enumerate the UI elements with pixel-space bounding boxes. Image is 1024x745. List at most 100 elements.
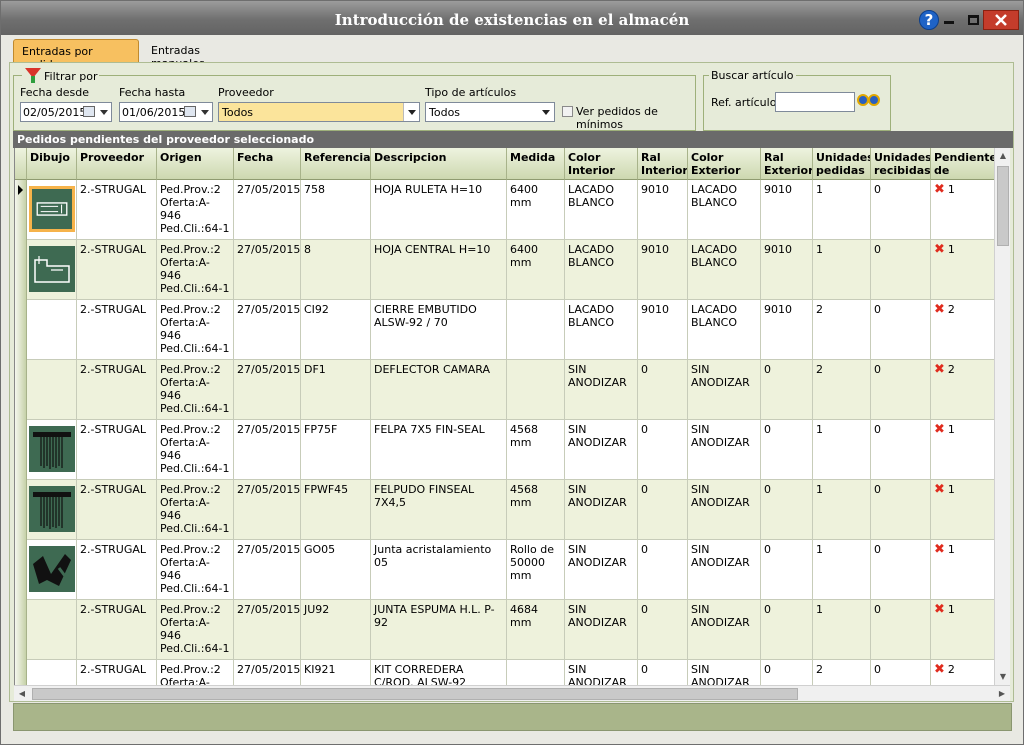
cell-descripcion[interactable]: HOJA CENTRAL H=10 (371, 240, 507, 300)
cell-referencia[interactable]: JU92 (301, 600, 371, 660)
col-header-origen[interactable]: Origen (157, 148, 234, 180)
cell-color-interior[interactable]: LACADO BLANCO (565, 180, 638, 240)
cell-ral-exterior[interactable]: 0 (761, 660, 813, 685)
chevron-down-icon[interactable] (100, 110, 108, 115)
cell-color-interior[interactable]: LACADO BLANCO (565, 300, 638, 360)
cell-recibidas[interactable]: 0 (871, 660, 931, 685)
scroll-left-icon[interactable]: ◀ (14, 686, 30, 702)
cell-fecha[interactable]: 27/05/2015 (234, 300, 301, 360)
fecha-hasta-input[interactable]: 01/06/2015 (119, 102, 213, 122)
cell-color-exterior[interactable]: SIN ANODIZAR (688, 420, 761, 480)
proveedor-select[interactable]: Todos (218, 102, 420, 122)
row-selector[interactable] (15, 480, 27, 540)
cell-pendientes[interactable]: ✖ 2 (931, 300, 994, 360)
cell-proveedor[interactable]: 2.-STRUGAL (77, 180, 157, 240)
col-header-ral-interior[interactable]: Ral Interior (638, 148, 688, 180)
col-header-dibujo[interactable]: Dibujo (27, 148, 77, 180)
cell-descripcion[interactable]: Junta acristalamiento 05 (371, 540, 507, 600)
cell-referencia[interactable]: GO05 (301, 540, 371, 600)
cell-recibidas[interactable]: 0 (871, 420, 931, 480)
help-button[interactable]: ? (919, 10, 939, 30)
cell-color-interior[interactable]: SIN ANODIZAR (565, 480, 638, 540)
row-selector[interactable] (15, 360, 27, 420)
cell-ral-exterior[interactable]: 0 (761, 420, 813, 480)
cell-descripcion[interactable]: CIERRE EMBUTIDO ALSW-92 / 70 (371, 300, 507, 360)
tipo-select[interactable]: Todos (425, 102, 555, 122)
col-header-medida[interactable]: Medida (507, 148, 565, 180)
cell-pedidas[interactable]: 1 (813, 420, 871, 480)
cell-fecha[interactable]: 27/05/2015 (234, 480, 301, 540)
cell-color-interior[interactable]: SIN ANODIZAR (565, 600, 638, 660)
tab-entradas-manuales[interactable]: Entradas manuales (143, 39, 253, 70)
cell-color-exterior[interactable]: LACADO BLANCO (688, 240, 761, 300)
calendar-icon[interactable] (184, 106, 196, 117)
cell-color-exterior[interactable]: SIN ANODIZAR (688, 480, 761, 540)
col-header-color-exterior[interactable]: Color Exterior (688, 148, 761, 180)
cell-ral-exterior[interactable]: 9010 (761, 180, 813, 240)
cell-fecha[interactable]: 27/05/2015 (234, 360, 301, 420)
cell-proveedor[interactable]: 2.-STRUGAL (77, 540, 157, 600)
table-row[interactable]: 2.-STRUGAL Ped.Prov.:2 Oferta:A-946 Ped.C… (15, 480, 994, 540)
cell-proveedor[interactable]: 2.-STRUGAL (77, 300, 157, 360)
cell-pendientes[interactable]: ✖ 1 (931, 600, 994, 660)
cell-referencia[interactable]: 8 (301, 240, 371, 300)
calendar-icon[interactable] (83, 106, 95, 117)
cell-proveedor[interactable]: 2.-STRUGAL (77, 600, 157, 660)
cell-fecha[interactable]: 27/05/2015 (234, 540, 301, 600)
cell-proveedor[interactable]: 2.-STRUGAL (77, 240, 157, 300)
row-selector[interactable] (15, 540, 27, 600)
cell-referencia[interactable]: 758 (301, 180, 371, 240)
cell-color-exterior[interactable]: LACADO BLANCO (688, 300, 761, 360)
cell-pendientes[interactable]: ✖ 1 (931, 420, 994, 480)
cell-color-interior[interactable]: LACADO BLANCO (565, 240, 638, 300)
cell-pendientes[interactable]: ✖ 1 (931, 540, 994, 600)
cell-medida[interactable]: 4568 mm (507, 480, 565, 540)
cell-medida[interactable] (507, 300, 565, 360)
scroll-up-icon[interactable]: ▲ (995, 148, 1011, 164)
cell-dibujo[interactable] (27, 360, 77, 420)
cell-ral-interior[interactable]: 9010 (638, 300, 688, 360)
cell-fecha[interactable]: 27/05/2015 (234, 420, 301, 480)
cell-dibujo[interactable] (27, 540, 77, 600)
cell-origen[interactable]: Ped.Prov.:2 Oferta:A-946 Ped.Cli.:64-1 (157, 360, 234, 420)
tab-entradas-por-pedidos[interactable]: Entradas por pedidos (13, 39, 139, 71)
cell-ral-interior[interactable]: 9010 (638, 180, 688, 240)
cell-ral-exterior[interactable]: 9010 (761, 300, 813, 360)
cell-dibujo[interactable] (27, 300, 77, 360)
cell-pedidas[interactable]: 2 (813, 660, 871, 685)
scroll-right-icon[interactable]: ▶ (994, 686, 1010, 702)
cell-dibujo[interactable] (27, 660, 77, 685)
cell-origen[interactable]: Ped.Prov.:2 Oferta:A-946 Ped.Cli.:64-1 (157, 240, 234, 300)
cell-medida[interactable]: 6400 mm (507, 180, 565, 240)
col-header-descripcion[interactable]: Descripcion (371, 148, 507, 180)
cell-ral-interior[interactable]: 0 (638, 540, 688, 600)
col-header-referencia[interactable]: Referencia (301, 148, 371, 180)
chevron-down-icon[interactable] (403, 103, 419, 121)
cell-origen[interactable]: Ped.Prov.:2 Oferta:A-946 Ped.Cli.:64-1 (157, 300, 234, 360)
col-header-color-interior[interactable]: Color Interior (565, 148, 638, 180)
ref-articulo-input[interactable] (775, 92, 855, 112)
table-row[interactable]: 2.-STRUGAL Ped.Prov.:2 Oferta:A-946 Ped.C… (15, 420, 994, 480)
cell-color-exterior[interactable]: SIN ANODIZAR (688, 540, 761, 600)
cell-pedidas[interactable]: 1 (813, 600, 871, 660)
cell-pedidas[interactable]: 1 (813, 180, 871, 240)
row-selector[interactable] (15, 660, 27, 685)
cell-recibidas[interactable]: 0 (871, 540, 931, 600)
cell-proveedor[interactable]: 2.-STRUGAL (77, 660, 157, 685)
cell-pedidas[interactable]: 2 (813, 300, 871, 360)
cell-ral-interior[interactable]: 0 (638, 420, 688, 480)
fecha-desde-input[interactable]: 02/05/2015 (20, 102, 112, 122)
cell-origen[interactable]: Ped.Prov.:2 Oferta:A-946 Ped.Cli.:64-1 (157, 480, 234, 540)
cell-proveedor[interactable]: 2.-STRUGAL (77, 360, 157, 420)
row-selector[interactable] (15, 180, 27, 240)
cell-descripcion[interactable]: JUNTA ESPUMA H.L. P-92 (371, 600, 507, 660)
cell-referencia[interactable]: FP75F (301, 420, 371, 480)
scroll-down-icon[interactable]: ▼ (995, 669, 1011, 685)
col-header-proveedor[interactable]: Proveedor (77, 148, 157, 180)
binoculars-icon[interactable] (857, 88, 883, 108)
cell-fecha[interactable]: 27/05/2015 (234, 600, 301, 660)
cell-descripcion[interactable]: FELPUDO FINSEAL 7X4,5 (371, 480, 507, 540)
col-header-fecha[interactable]: Fecha (234, 148, 301, 180)
cell-ral-interior[interactable]: 0 (638, 660, 688, 685)
cell-color-interior[interactable]: SIN ANODIZAR (565, 540, 638, 600)
